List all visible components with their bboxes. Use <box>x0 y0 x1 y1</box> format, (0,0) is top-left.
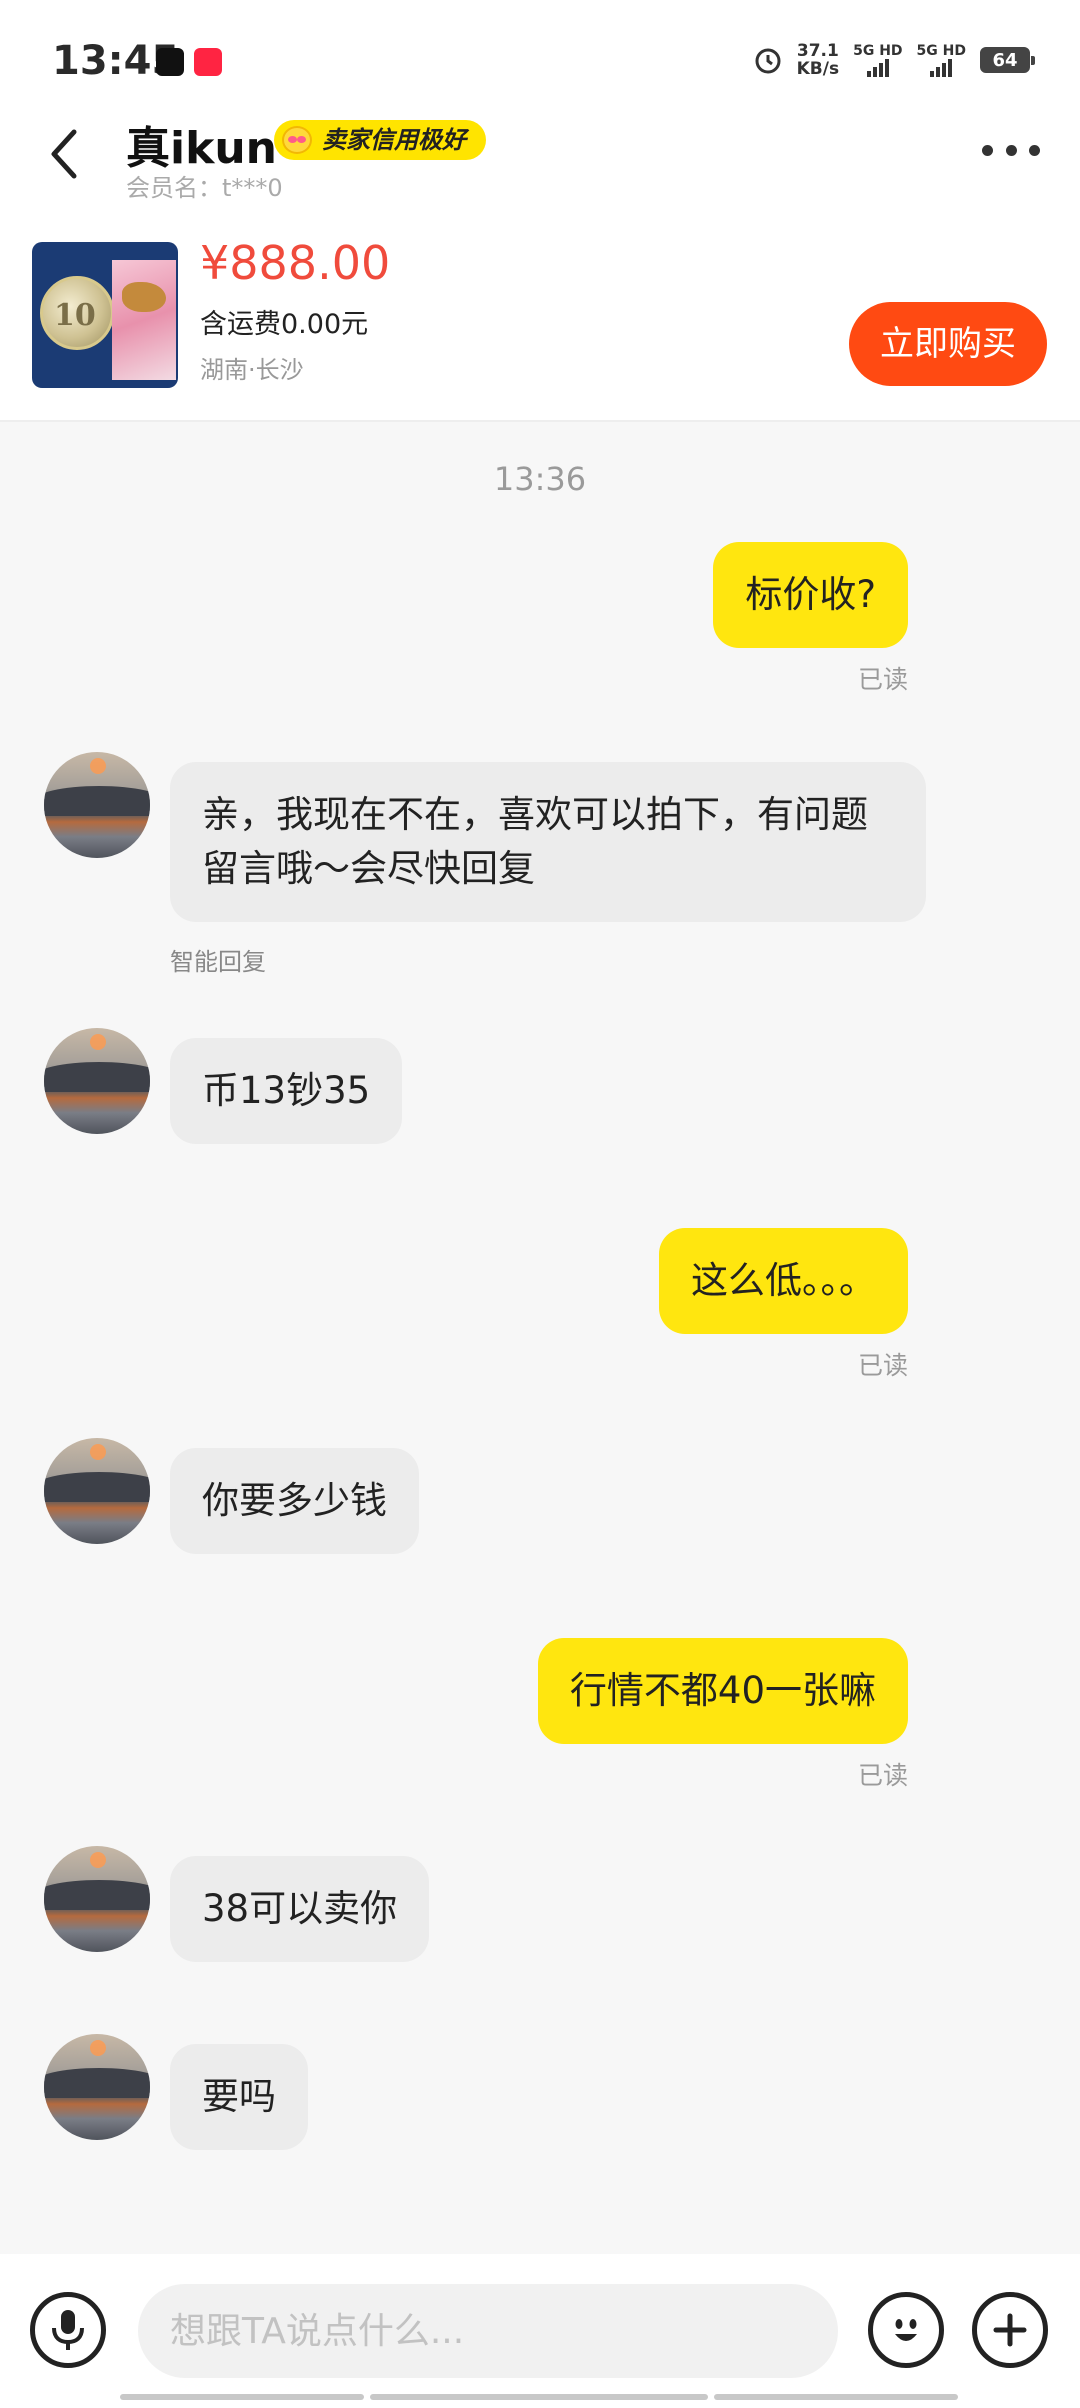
battery-icon: 64 <box>980 47 1035 73</box>
signal-bars-icon <box>866 59 889 77</box>
add-button[interactable] <box>972 2292 1048 2368</box>
network-speed: 37.1 KB/s <box>796 41 840 79</box>
product-price: ¥888.00 <box>200 236 391 290</box>
sim2-signal: 5G HD <box>917 43 966 77</box>
status-bar: 13:45 37.1 KB/s 5G HD 5G HD 64 <box>0 0 1080 110</box>
nav-indicator <box>120 2394 364 2400</box>
horse-image <box>122 282 166 312</box>
input-bar <box>0 2254 1080 2408</box>
alarm-icon <box>755 48 781 74</box>
emoji-button[interactable] <box>868 2292 944 2368</box>
seller-avatar[interactable] <box>44 1438 150 1544</box>
message-bubble-received[interactable]: 你要多少钱 <box>170 1448 419 1554</box>
buy-now-button[interactable]: 立即购买 <box>849 302 1047 386</box>
plus-icon <box>993 2313 1027 2347</box>
more-button[interactable] <box>982 140 1040 160</box>
message-bubble-received[interactable]: 要吗 <box>170 2044 308 2150</box>
signal-bars-icon <box>930 59 953 77</box>
seller-avatar[interactable] <box>44 1028 150 1134</box>
back-button[interactable] <box>40 124 90 184</box>
message-bubble-received[interactable]: 亲，我现在不在，喜欢可以拍下，有问题留言哦～会尽快回复 <box>170 762 926 922</box>
chevron-left-icon <box>51 129 77 179</box>
message-bubble-received[interactable]: 38可以卖你 <box>170 1856 430 1962</box>
credit-badge: 卖家信用极好 <box>274 120 486 160</box>
smile-emoji-icon <box>282 126 312 154</box>
message-input[interactable] <box>138 2284 838 2378</box>
message-bubble-sent[interactable]: 标价收? <box>713 542 908 648</box>
sim1-signal: 5G HD <box>853 43 903 77</box>
read-receipt: 已读 <box>857 1761 908 1790</box>
seller-name[interactable]: 真ikun <box>126 112 277 176</box>
tiktok-icon <box>156 48 184 76</box>
product-card[interactable]: 10 ¥888.00 含运费0.00元 湖南·长沙 立即购买 <box>0 210 1080 422</box>
chat-header: 真ikun 卖家信用极好 会员名：t***0 <box>0 110 1080 210</box>
emoji-icon <box>895 2319 917 2341</box>
product-location: 湖南·长沙 <box>200 356 304 384</box>
shipping-info: 含运费0.00元 <box>200 309 369 340</box>
seller-avatar[interactable] <box>44 1846 150 1952</box>
read-receipt: 已读 <box>857 1351 908 1380</box>
member-id: 会员名：t***0 <box>126 174 283 202</box>
nav-indicator <box>714 2394 958 2400</box>
product-thumbnail[interactable]: 10 <box>32 242 178 388</box>
microphone-icon <box>52 2310 84 2350</box>
message-bubble-sent[interactable]: 行情不都40一张嘛 <box>537 1638 908 1744</box>
message-bubble-received[interactable]: 币13钞35 <box>170 1038 403 1144</box>
auto-reply-label: 智能回复 <box>170 948 266 976</box>
read-receipt: 已读 <box>857 665 908 694</box>
chat-timestamp: 13:36 <box>493 460 587 498</box>
more-dots-icon <box>982 144 993 156</box>
xiaohongshu-icon <box>194 48 222 76</box>
nav-indicator <box>370 2394 708 2400</box>
message-bubble-sent[interactable]: 这么低。。。 <box>659 1228 908 1334</box>
voice-button[interactable] <box>30 2292 106 2368</box>
chat-area[interactable]: 13:36 标价收? 已读 亲，我现在不在，喜欢可以拍下，有问题留言哦～会尽快回… <box>0 424 1080 2254</box>
seller-avatar[interactable] <box>44 752 150 858</box>
seller-avatar[interactable] <box>44 2034 150 2140</box>
banknote-image <box>112 260 176 380</box>
status-indicators: 37.1 KB/s 5G HD 5G HD 64 <box>753 41 1035 79</box>
